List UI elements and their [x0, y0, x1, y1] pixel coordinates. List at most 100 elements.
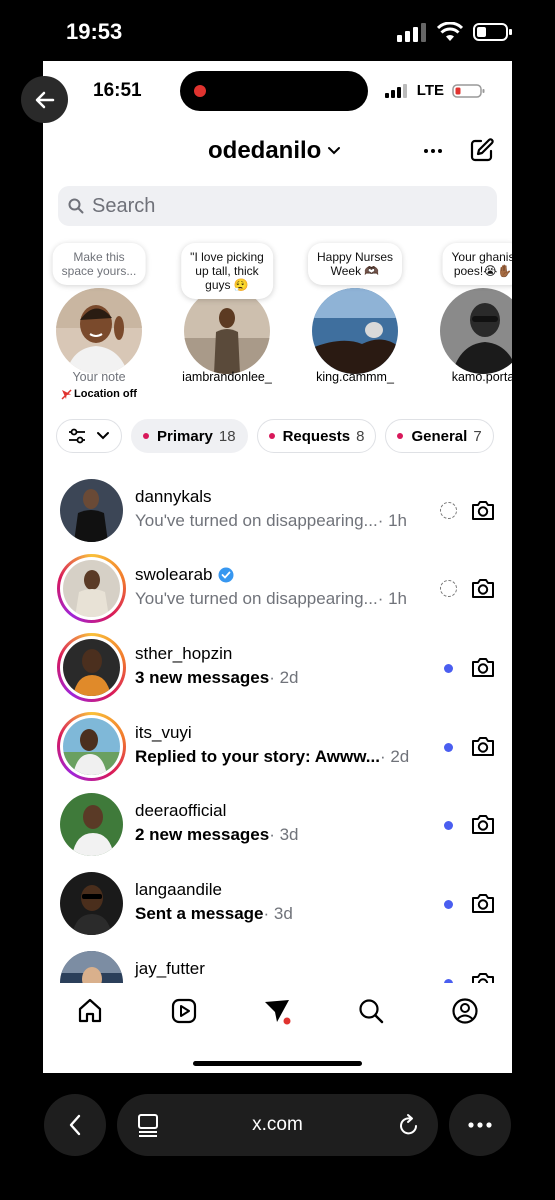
note-bubble[interactable]: Your ghanis poes!😭✋🏾	[442, 243, 512, 285]
unread-dot	[268, 433, 275, 439]
note-kamoporta[interactable]: Your ghanis poes!😭✋🏾 kamo.porta	[433, 239, 512, 401]
note-label: Your note	[72, 370, 126, 384]
battery-low-icon	[452, 83, 485, 98]
message-row[interactable]: dannykals You've turned on disappearing.…	[43, 471, 512, 549]
location-off-icon	[61, 388, 72, 400]
chevron-left-icon	[69, 1114, 81, 1136]
profile-icon[interactable]	[451, 997, 479, 1025]
unread-dot	[444, 900, 453, 909]
message-preview: Replied to your story: Awww... · 2d	[135, 747, 410, 766]
note-text: "I love picking up tall, thick guys 😮‍💨	[190, 250, 264, 292]
message-row[interactable]: langaandile Sent a message · 3d	[43, 864, 512, 942]
device-status-icons	[397, 22, 513, 42]
message-preview: 2 new messages · 3d	[135, 825, 299, 844]
signal-icon	[384, 84, 407, 98]
note-own[interactable]: Make this space yours... Your note Locat…	[49, 239, 149, 401]
signal-icon	[397, 23, 426, 42]
avatar	[440, 288, 512, 374]
wifi-icon	[437, 22, 463, 41]
note-text: Happy Nurses Week 🫶🏿	[316, 250, 394, 278]
note-bubble[interactable]: Make this space yours...	[52, 243, 146, 285]
sender-name: jay_futter	[135, 959, 205, 978]
search-icon[interactable]	[357, 997, 385, 1025]
battery-icon	[473, 23, 512, 41]
camera-icon[interactable]	[470, 891, 496, 915]
filter-settings-button[interactable]	[56, 419, 122, 453]
chevron-down-icon	[328, 147, 341, 155]
address-bar[interactable]: x.com	[117, 1094, 438, 1156]
disappearing-icon	[440, 502, 457, 519]
tab-requests[interactable]: Requests 8	[256, 419, 377, 453]
verified-badge-icon	[218, 567, 233, 583]
tab-general[interactable]: General 7	[385, 419, 494, 453]
unread-dot	[444, 821, 453, 830]
browser-back-button[interactable]	[44, 1094, 106, 1156]
message-row[interactable]: sther_hopzin 3 new messages · 2d	[43, 628, 512, 706]
browser-more-button[interactable]	[449, 1094, 511, 1156]
camera-icon[interactable]	[470, 655, 496, 679]
avatar	[60, 793, 123, 856]
note-label: kamo.porta	[451, 370, 512, 384]
sender-name: dannykals	[135, 487, 212, 506]
camera-icon[interactable]	[470, 812, 496, 836]
message-row[interactable]: its_vuyi Replied to your story: Awww... …	[43, 707, 512, 785]
avatar	[63, 560, 120, 617]
tab-count: 18	[218, 427, 236, 445]
search-input[interactable]: Search	[58, 186, 497, 226]
more-icon	[468, 1122, 492, 1128]
unread-dot	[444, 979, 453, 983]
browser-toolbar: x.com	[0, 1094, 555, 1156]
message-row[interactable]: jay_futter	[43, 943, 512, 983]
message-row[interactable]: deeraofficial 2 new messages · 3d	[43, 785, 512, 863]
message-row[interactable]: swolearab You've turned on disappearing.…	[43, 549, 512, 627]
arrow-left-icon	[35, 91, 54, 108]
instagram-screenshot: 16:51 LTE odedanilo Search Make this spa…	[43, 61, 512, 1073]
camera-icon[interactable]	[470, 734, 496, 758]
location-status: Location off	[61, 388, 137, 400]
tab-count: 8	[356, 427, 365, 445]
inner-status-icons: LTE	[384, 82, 486, 99]
message-preview: You've turned on disappearing... · 1h	[135, 589, 407, 608]
camera-icon[interactable]	[470, 498, 496, 522]
back-button[interactable]	[21, 76, 68, 123]
avatar	[60, 479, 123, 542]
camera-icon[interactable]	[470, 576, 496, 600]
sender-name: deeraofficial	[135, 801, 227, 820]
sender-name: swolearab	[135, 565, 234, 585]
message-preview: 3 new messages · 2d	[135, 668, 299, 687]
sender-name-text: swolearab	[135, 565, 213, 584]
search-placeholder: Search	[92, 194, 156, 217]
avatar	[312, 288, 398, 374]
url-text: x.com	[252, 1114, 303, 1135]
note-bubble[interactable]: "I love picking up tall, thick guys 😮‍💨	[181, 243, 273, 299]
note-text: Your ghanis poes!😭✋🏾	[451, 250, 512, 278]
tab-label: Requests	[282, 427, 351, 445]
camera-icon[interactable]	[470, 970, 496, 983]
more-options-icon[interactable]	[421, 141, 445, 161]
tab-primary[interactable]: Primary 18	[131, 419, 248, 453]
network-type: LTE	[416, 82, 444, 99]
note-bubble[interactable]: Happy Nurses Week 🫶🏿	[307, 243, 403, 285]
inner-status-bar: 16:51 LTE	[43, 61, 512, 123]
reload-icon[interactable]	[398, 1113, 420, 1137]
device-time: 19:53	[66, 19, 123, 44]
note-iambrandonlee[interactable]: "I love picking up tall, thick guys 😮‍💨 …	[177, 239, 277, 401]
message-list: dannykals You've turned on disappearing.…	[43, 471, 512, 983]
avatar	[56, 288, 142, 374]
note-text: Make this space yours...	[61, 250, 137, 278]
device-status-bar: 19:53	[0, 0, 555, 62]
note-label: king.cammm_	[316, 370, 394, 384]
message-preview: Sent a message · 3d	[135, 904, 293, 923]
direct-icon[interactable]	[263, 997, 291, 1025]
avatar	[60, 872, 123, 935]
unread-dot	[397, 433, 404, 439]
account-switcher[interactable]: odedanilo	[208, 137, 341, 165]
bottom-nav	[43, 989, 512, 1033]
reels-icon[interactable]	[170, 997, 198, 1025]
inbox-header: odedanilo	[43, 133, 512, 173]
avatar	[184, 288, 270, 374]
note-kingcammm[interactable]: Happy Nurses Week 🫶🏿 king.cammm_	[305, 239, 405, 401]
home-icon[interactable]	[76, 997, 104, 1025]
chevron-down-icon	[97, 432, 109, 440]
new-message-icon[interactable]	[469, 137, 495, 163]
